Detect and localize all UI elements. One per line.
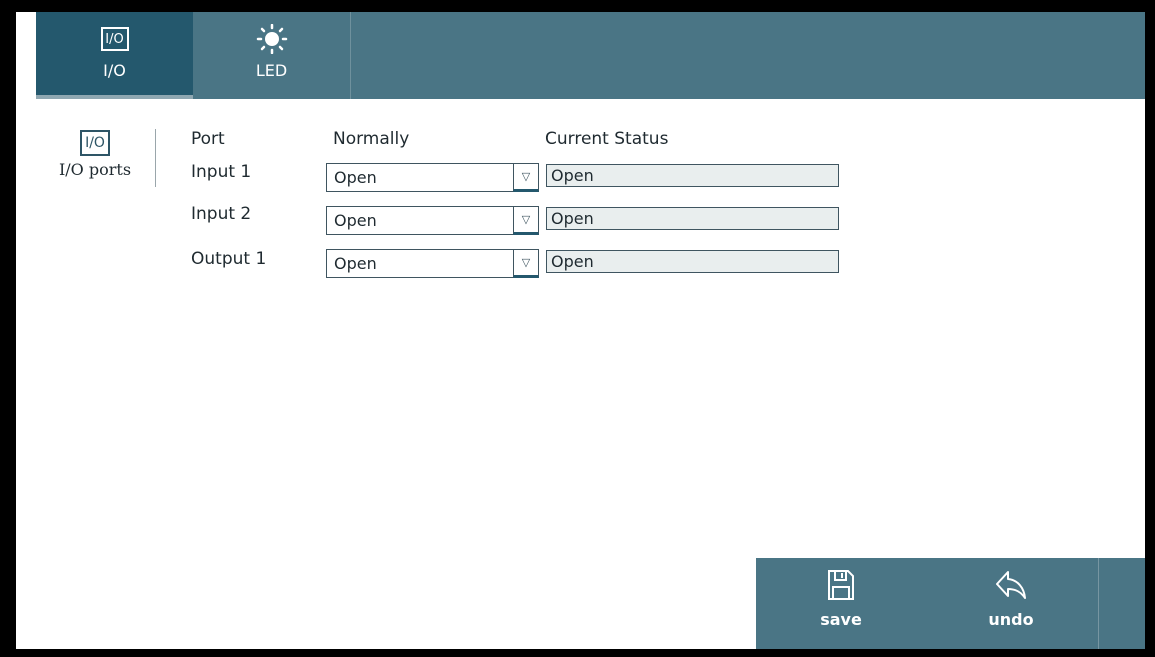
normally-select-output-1[interactable]: Open ▽ <box>326 249 539 278</box>
status-field-output-1: Open <box>546 250 839 273</box>
category-divider <box>155 129 156 187</box>
io-ports-icon: I/O <box>80 130 110 156</box>
normally-select-input-2[interactable]: Open ▽ <box>326 206 539 235</box>
undo-button[interactable]: undo <box>926 558 1096 649</box>
normally-select-input-1[interactable]: Open ▽ <box>326 163 539 192</box>
select-value: Open <box>334 211 377 230</box>
header-normally: Normally <box>333 129 410 149</box>
bottom-action-bar: save undo <box>756 558 1145 649</box>
status-field-input-2: Open <box>546 207 839 230</box>
category-label: I/O ports <box>58 160 132 179</box>
save-label: save <box>820 610 862 629</box>
undo-label: undo <box>988 610 1034 629</box>
dropdown-arrow-icon[interactable]: ▽ <box>513 249 539 278</box>
save-icon <box>827 568 855 602</box>
action-divider <box>1098 558 1099 649</box>
tab-led[interactable]: LED <box>193 12 350 99</box>
undo-icon <box>994 568 1028 602</box>
io-icon: I/O <box>100 24 129 54</box>
tab-io[interactable]: I/O I/O <box>36 12 193 99</box>
port-label-output-1: Output 1 <box>191 249 267 269</box>
port-label-input-2: Input 2 <box>191 204 252 224</box>
select-value: Open <box>334 168 377 187</box>
top-tab-bar: I/O I/O LED <box>36 12 1145 99</box>
save-button[interactable]: save <box>756 558 926 649</box>
header-port: Port <box>191 129 225 149</box>
tab-led-label: LED <box>255 61 288 80</box>
app-window: I/O I/O LED I/O I/O ports Port Normally … <box>0 0 1155 657</box>
dropdown-arrow-icon[interactable]: ▽ <box>513 163 539 192</box>
tab-divider <box>350 12 351 99</box>
tab-io-label: I/O <box>103 61 126 80</box>
select-value: Open <box>334 254 377 273</box>
port-label-input-1: Input 1 <box>191 162 252 182</box>
status-field-input-1: Open <box>546 164 839 187</box>
header-current-status: Current Status <box>545 129 669 149</box>
sun-icon <box>255 24 289 54</box>
category-io-ports[interactable]: I/O I/O ports <box>47 130 143 179</box>
dropdown-arrow-icon[interactable]: ▽ <box>513 206 539 235</box>
